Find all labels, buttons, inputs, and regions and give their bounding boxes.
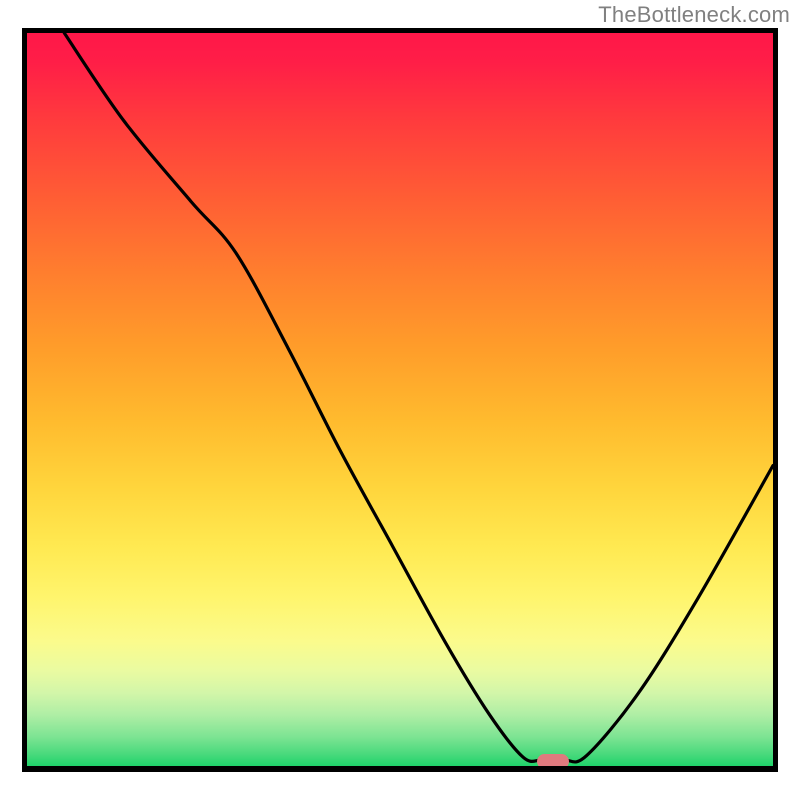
gradient-background — [27, 33, 773, 766]
watermark-text: TheBottleneck.com — [598, 2, 790, 28]
chart-container: TheBottleneck.com — [0, 0, 800, 800]
plot-frame — [22, 28, 778, 772]
optimum-marker — [537, 754, 569, 769]
